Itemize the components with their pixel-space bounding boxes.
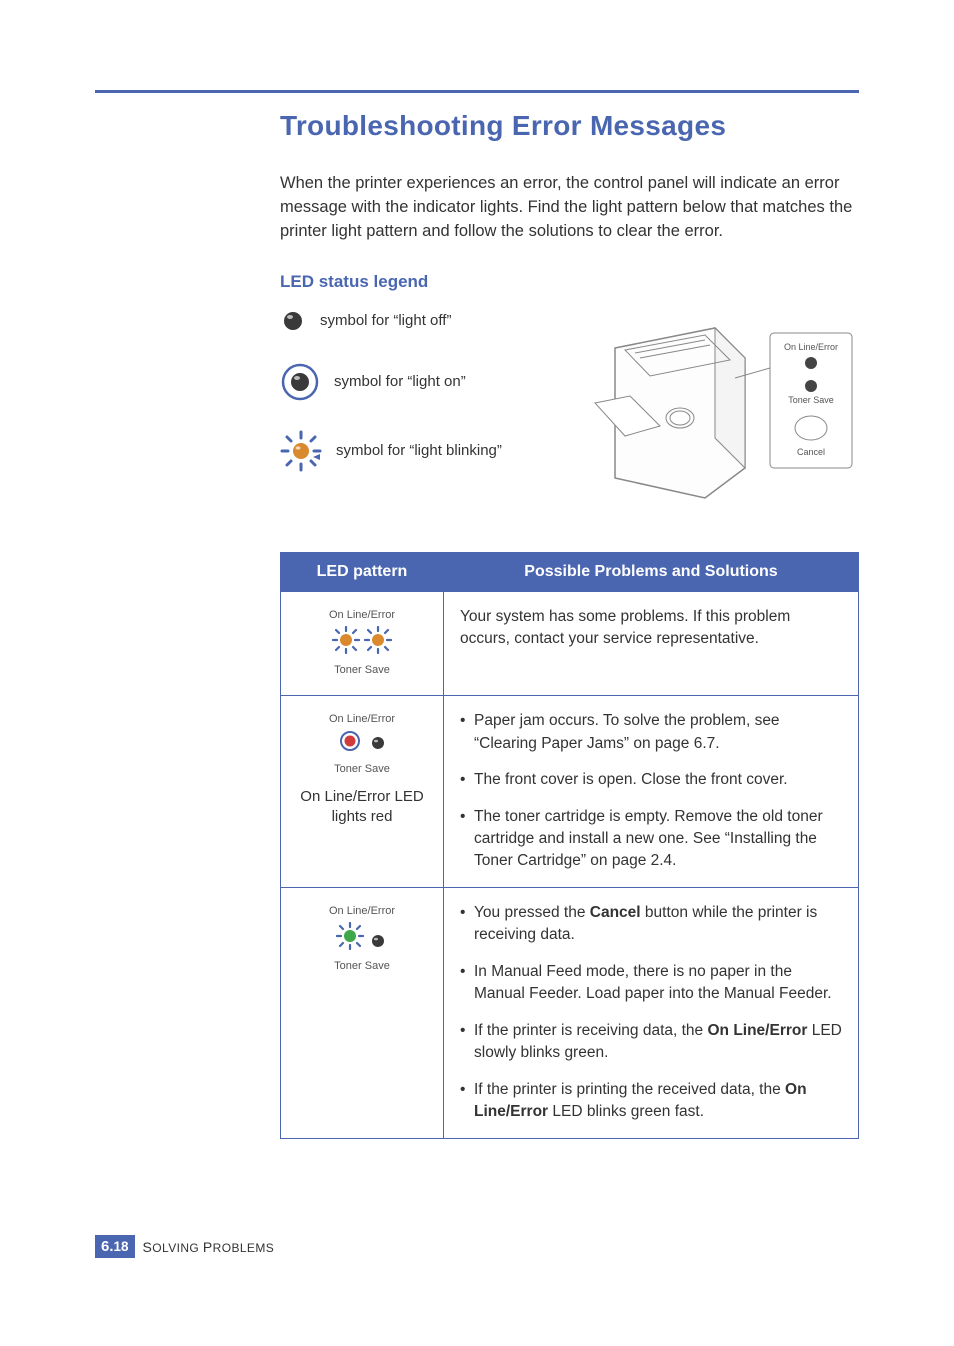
led-bottom-label: Toner Save [287, 959, 437, 975]
list-item: The toner cartridge is empty. Remove the… [460, 806, 842, 873]
col-header-problem: Possible Problems and Solutions [444, 552, 859, 591]
led-blink-orange-icon [332, 626, 360, 654]
troubleshooting-table: LED pattern Possible Problems and Soluti… [280, 552, 859, 1139]
page-number-box: 6.18 [95, 1235, 135, 1258]
bold-run: On Line/Error [707, 1022, 807, 1039]
text-run: You pressed the [474, 904, 590, 921]
list-item: The front cover is open. Close the front… [460, 769, 842, 791]
bold-run: Cancel [590, 904, 641, 921]
list-item: If the printer is receiving data, the On… [460, 1020, 842, 1065]
panel-toner-save-label: Toner Save [788, 395, 834, 405]
solution-cell: You pressed the Cancel button while the … [444, 887, 859, 1138]
page-number: 18 [114, 1239, 129, 1254]
page-title: Troubleshooting Error Messages [280, 110, 859, 142]
led-top-label: On Line/Error [287, 608, 437, 624]
led-top-label: On Line/Error [287, 904, 437, 920]
led-off-icon [368, 932, 388, 950]
legend-row-on: symbol for “light on” [280, 362, 540, 402]
table-row: On Line/Error Toner S [281, 887, 859, 1138]
legend-blink-label: symbol for “light blinking” [336, 442, 502, 459]
cap: S [143, 1239, 153, 1255]
led-blink-icon [280, 430, 322, 472]
solution-text: Your system has some problems. If this p… [460, 608, 790, 647]
legend-heading: LED status legend [280, 272, 859, 292]
led-pattern-cell: On Line/Error Toner Save On Line/Error L… [281, 696, 444, 888]
text-run: If the printer is printing the received … [474, 1081, 785, 1098]
text-run: If the printer is receiving data, the [474, 1022, 707, 1039]
legend-off-label: symbol for “light off” [320, 312, 451, 329]
smallcaps: OLVING [152, 1241, 203, 1255]
led-on-red-icon [336, 730, 364, 752]
smallcaps: ROBLEMS [213, 1241, 274, 1255]
intro-paragraph: When the printer experiences an error, t… [280, 172, 859, 244]
list-item: You pressed the Cancel button while the … [460, 902, 842, 947]
cap: P [203, 1239, 213, 1255]
led-bottom-label: Toner Save [287, 762, 437, 778]
printer-illustration: On Line/Error Toner Save Cancel [570, 308, 859, 508]
legend-row-blink: symbol for “light blinking” [280, 430, 540, 472]
page: Troubleshooting Error Messages When the … [0, 0, 954, 1346]
chapter-number: 6. [101, 1238, 114, 1255]
led-pattern-cell: On Line/Error Toner S [281, 887, 444, 1138]
led-on-icon [280, 362, 320, 402]
text-run: LED blinks green fast. [548, 1103, 704, 1120]
panel-cancel-label: Cancel [796, 447, 824, 457]
solution-cell: Paper jam occurs. To solve the problem, … [444, 696, 859, 888]
solution-list: You pressed the Cancel button while the … [460, 902, 842, 1124]
list-item: Paper jam occurs. To solve the problem, … [460, 710, 842, 755]
legend-symbols: symbol for “light off” symbol for “light… [280, 308, 540, 500]
led-top-label: On Line/Error [287, 712, 437, 728]
led-off-icon [368, 734, 388, 752]
panel-online-error-label: On Line/Error [783, 342, 837, 352]
page-footer: 6.18 SOLVING PROBLEMS [95, 1235, 274, 1258]
led-pattern-cell: On Line/Error [281, 591, 444, 695]
legend-on-label: symbol for “light on” [334, 373, 466, 390]
printer-diagram-icon: On Line/Error Toner Save Cancel [575, 308, 855, 508]
solution-cell: Your system has some problems. If this p… [444, 591, 859, 695]
solution-list: Paper jam occurs. To solve the problem, … [460, 710, 842, 873]
col-header-led: LED pattern [281, 552, 444, 591]
list-item: In Manual Feed mode, there is no paper i… [460, 961, 842, 1006]
led-blink-green-icon [336, 922, 364, 950]
led-blink-orange-icon [364, 626, 392, 654]
led-caption: On Line/Error LED lights red [287, 787, 437, 826]
footer-section-name: SOLVING PROBLEMS [143, 1239, 275, 1255]
top-divider [95, 90, 859, 93]
legend-row-off: symbol for “light off” [280, 308, 540, 334]
led-off-icon [280, 308, 306, 334]
table-row: On Line/Error [281, 591, 859, 695]
legend-block: symbol for “light off” symbol for “light… [280, 308, 859, 508]
list-item: If the printer is printing the received … [460, 1079, 842, 1124]
led-bottom-label: Toner Save [287, 663, 437, 679]
table-row: On Line/Error Toner Save On Line/Error L… [281, 696, 859, 888]
